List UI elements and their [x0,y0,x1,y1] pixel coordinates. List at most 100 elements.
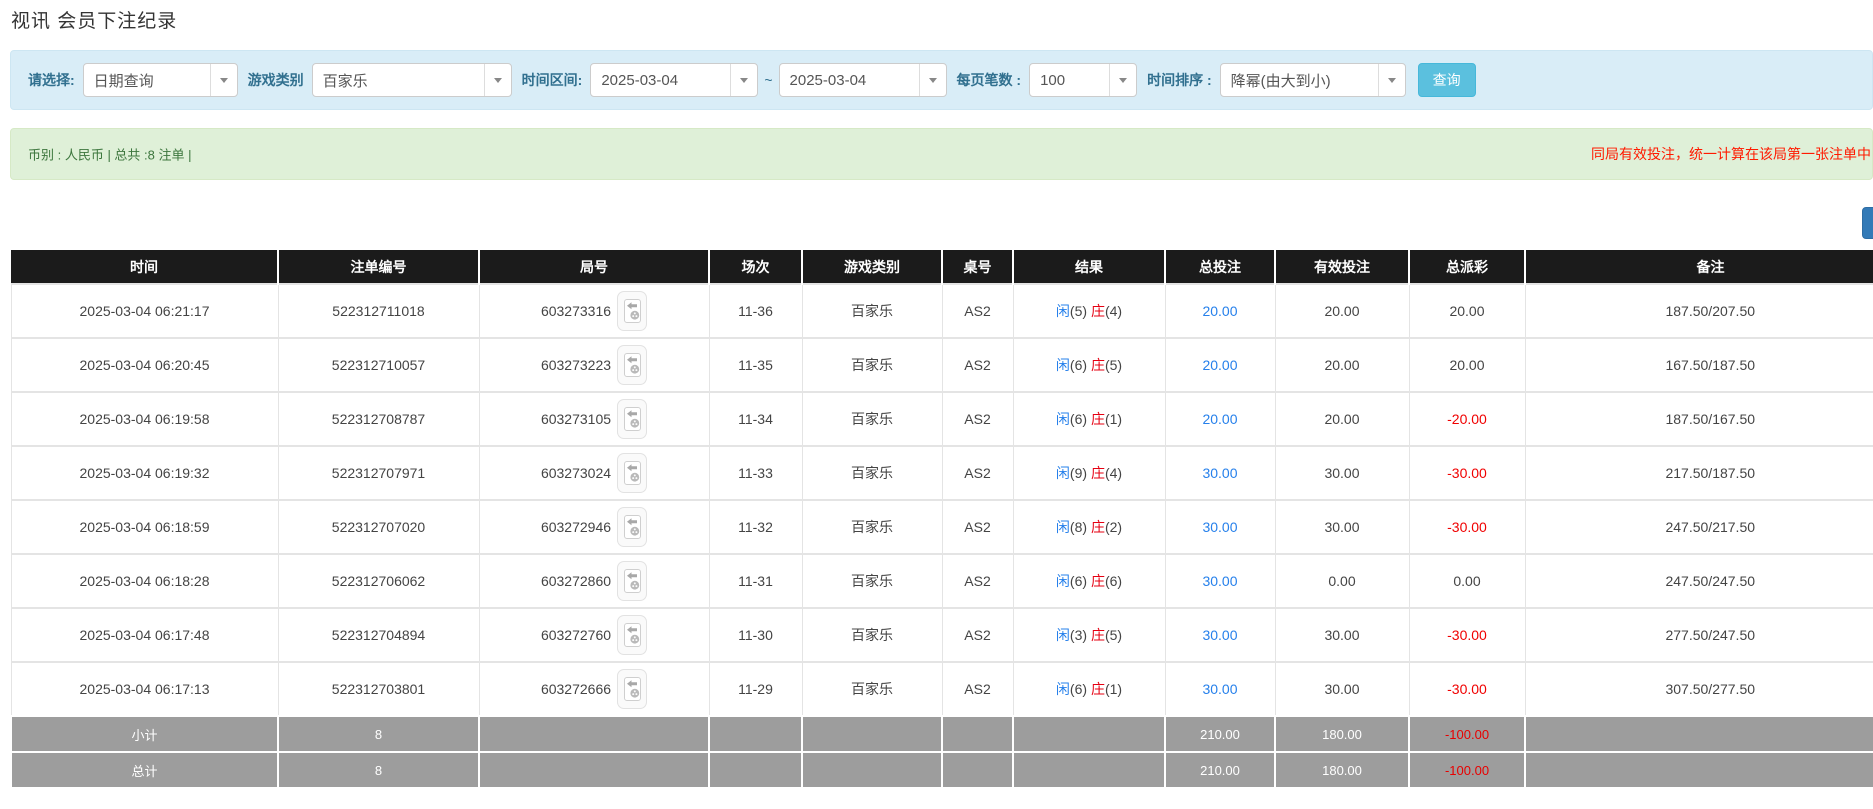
cell-payout: -20.00 [1409,392,1525,446]
total-payout: -100.00 [1409,752,1525,787]
cell-result: 闲(6) 庄(1) [1013,662,1165,716]
select-date-from-value: 2025-03-04 [591,64,730,96]
date-range-separator: ~ [764,72,772,88]
cell-remark: 187.50/207.50 [1525,284,1873,338]
cell-time: 2025-03-04 06:18:59 [11,500,278,554]
video-replay-button[interactable] [617,615,647,655]
cell-table-id: AS2 [942,608,1013,662]
select-sort-order-value: 降幂(由大到小) [1221,64,1378,96]
subtotal-row: 小计 8 210.00 180.00 -100.00 [11,716,1873,752]
cell-bet-id: 522312707971 [278,446,479,500]
total-bet-link[interactable]: 30.00 [1202,465,1237,481]
video-replay-button[interactable] [617,669,647,709]
total-bet-link[interactable]: 20.00 [1202,411,1237,427]
cell-session: 11-35 [709,338,802,392]
video-replay-button[interactable] [617,561,647,601]
result-banker-score: (1) [1105,681,1122,697]
cell-result: 闲(3) 庄(5) [1013,608,1165,662]
video-replay-icon [624,461,641,485]
result-banker-score: (2) [1105,519,1122,535]
filter-bar: 请选择: 日期查询 游戏类别 百家乐 时间区间: 2025-03-04 ~ 20… [10,50,1873,110]
video-replay-button[interactable] [617,453,647,493]
cell-round-id: 603273223 [479,338,709,392]
round-id-text: 603273024 [541,465,611,481]
empty-cell [942,752,1013,787]
empty-cell [709,752,802,787]
subtotal-total-bet: 210.00 [1165,716,1275,752]
empty-cell [1525,752,1873,787]
cell-round-id: 603272760 [479,608,709,662]
total-bet-link[interactable]: 20.00 [1202,303,1237,319]
total-bet-link[interactable]: 20.00 [1202,357,1237,373]
total-total-bet: 210.00 [1165,752,1275,787]
cell-game-category: 百家乐 [802,284,942,338]
cell-session: 11-32 [709,500,802,554]
cell-bet-id: 522312704894 [278,608,479,662]
cell-session: 11-34 [709,392,802,446]
cell-game-category: 百家乐 [802,554,942,608]
table-row: 2025-03-04 06:18:28522312706062603272860… [11,554,1873,608]
cell-payout: -30.00 [1409,608,1525,662]
cell-session: 11-36 [709,284,802,338]
result-banker-score: (6) [1105,573,1122,589]
video-replay-button[interactable] [617,291,647,331]
video-replay-icon [624,677,641,701]
right-edge-button[interactable] [1862,207,1873,239]
round-id-text: 603272760 [541,627,611,643]
cell-payout: -30.00 [1409,500,1525,554]
result-banker-score: (4) [1105,465,1122,481]
total-bet-link[interactable]: 30.00 [1202,627,1237,643]
search-button[interactable]: 查询 [1418,63,1476,97]
select-query-type[interactable]: 日期查询 [83,63,238,97]
cell-valid-bet: 20.00 [1275,338,1409,392]
cell-valid-bet: 0.00 [1275,554,1409,608]
select-date-to[interactable]: 2025-03-04 [779,63,947,97]
cell-time: 2025-03-04 06:18:28 [11,554,278,608]
empty-cell [479,752,709,787]
cell-total-bet: 30.00 [1165,608,1275,662]
select-date-from[interactable]: 2025-03-04 [590,63,758,97]
result-player-score: (8) [1070,519,1087,535]
video-replay-button[interactable] [617,345,647,385]
cell-result: 闲(6) 庄(6) [1013,554,1165,608]
select-sort-order[interactable]: 降幂(由大到小) [1220,63,1406,97]
empty-cell [942,716,1013,752]
cell-game-category: 百家乐 [802,338,942,392]
cell-remark: 307.50/277.50 [1525,662,1873,716]
total-bet-link[interactable]: 30.00 [1202,681,1237,697]
round-id-text: 603273223 [541,357,611,373]
cell-payout: 0.00 [1409,554,1525,608]
result-player-label: 闲 [1056,573,1070,589]
cell-game-category: 百家乐 [802,392,942,446]
cell-payout: 20.00 [1409,284,1525,338]
cell-session: 11-33 [709,446,802,500]
select-page-size-value: 100 [1030,64,1109,96]
total-bet-link[interactable]: 30.00 [1202,519,1237,535]
column-header: 备注 [1525,250,1873,284]
cell-time: 2025-03-04 06:19:32 [11,446,278,500]
result-player-score: (6) [1070,411,1087,427]
total-bet-link[interactable]: 30.00 [1202,573,1237,589]
chevron-down-icon [730,64,757,96]
chevron-down-icon [210,64,237,96]
select-page-size[interactable]: 100 [1029,63,1137,97]
select-game-category[interactable]: 百家乐 [312,63,512,97]
game-category-label: 游戏类别 [248,70,304,90]
result-banker-score: (5) [1105,357,1122,373]
cell-result: 闲(5) 庄(4) [1013,284,1165,338]
video-replay-button[interactable] [617,399,647,439]
table-row: 2025-03-04 06:17:13522312703801603272666… [11,662,1873,716]
chevron-down-icon [484,64,511,96]
table-row: 2025-03-04 06:19:58522312708787603273105… [11,392,1873,446]
cell-total-bet: 20.00 [1165,284,1275,338]
video-replay-button[interactable] [617,507,647,547]
cell-bet-id: 522312711018 [278,284,479,338]
video-replay-icon [624,623,641,647]
subtotal-label: 小计 [11,716,278,752]
empty-cell [802,716,942,752]
video-replay-icon [624,569,641,593]
column-header: 有效投注 [1275,250,1409,284]
round-id-text: 603272860 [541,573,611,589]
cell-game-category: 百家乐 [802,608,942,662]
table-header-row: 时间注单编号局号场次游戏类别桌号结果总投注有效投注总派彩备注 [11,250,1873,284]
